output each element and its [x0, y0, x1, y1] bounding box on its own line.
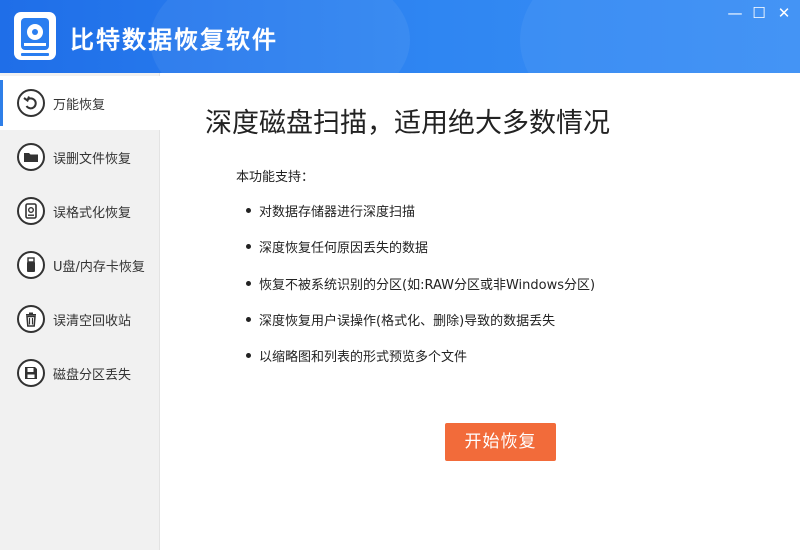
sidebar-item-deleted-file-recovery[interactable]: 误删文件恢复 [0, 130, 160, 184]
bullet-icon [246, 244, 251, 249]
feature-text: 以缩略图和列表的形式预览多个文件 [259, 350, 468, 365]
feature-text: 对数据存储器进行深度扫描 [259, 205, 416, 220]
app-title: 比特数据恢复软件 [70, 26, 278, 54]
sidebar-item-partition-loss[interactable]: 磁盘分区丢失 [0, 346, 160, 400]
page-title: 深度磁盘扫描，适用绝大多数情况 [205, 108, 610, 139]
bullet-icon [246, 353, 251, 358]
sidebar-item-usb-card-recovery[interactable]: U盘/内存卡恢复 [0, 238, 160, 292]
app-logo-icon [14, 12, 56, 60]
feature-text: 深度恢复用户误操作(格式化、删除)导致的数据丢失 [259, 314, 556, 329]
start-recovery-button[interactable]: 开始恢复 [445, 423, 556, 461]
trash-icon [17, 305, 45, 333]
sidebar-item-recycle-bin-recovery[interactable]: 误清空回收站 [0, 292, 160, 346]
sidebar-item-label: 误清空回收站 [53, 314, 132, 329]
sidebar-item-label: 万能恢复 [53, 98, 106, 113]
sidebar-item-label: 误删文件恢复 [53, 152, 132, 167]
sidebar-item-label: 磁盘分区丢失 [53, 368, 132, 383]
sidebar-item-label: 误格式化恢复 [53, 206, 132, 221]
folder-icon [17, 143, 45, 171]
bullet-icon [246, 317, 251, 322]
sidebar-item-universal-recovery[interactable]: 万能恢复 [0, 76, 160, 130]
feature-text: 深度恢复任何原因丢失的数据 [259, 241, 429, 256]
support-label: 本功能支持： [236, 170, 315, 185]
refresh-icon [17, 89, 45, 117]
floppy-icon [17, 359, 45, 387]
title-bar: 比特数据恢复软件 — ☐ ✕ [0, 0, 800, 73]
bullet-icon [246, 208, 251, 213]
sidebar-item-format-recovery[interactable]: 误格式化恢复 [0, 184, 160, 238]
bullet-icon [246, 281, 251, 286]
close-icon[interactable]: ✕ [773, 4, 795, 22]
feature-text: 恢复不被系统识别的分区(如:RAW分区或非Windows分区) [259, 278, 596, 293]
maximize-icon[interactable]: ☐ [748, 4, 770, 22]
minimize-icon[interactable]: — [724, 4, 746, 22]
hard-drive-icon [17, 197, 45, 225]
sidebar: 万能恢复 误删文件恢复 误格式化恢复 U盘/内存卡恢复 误清空回收站 磁盘分区丢… [0, 73, 160, 550]
usb-icon [17, 251, 45, 279]
sidebar-item-label: U盘/内存卡恢复 [53, 260, 145, 275]
